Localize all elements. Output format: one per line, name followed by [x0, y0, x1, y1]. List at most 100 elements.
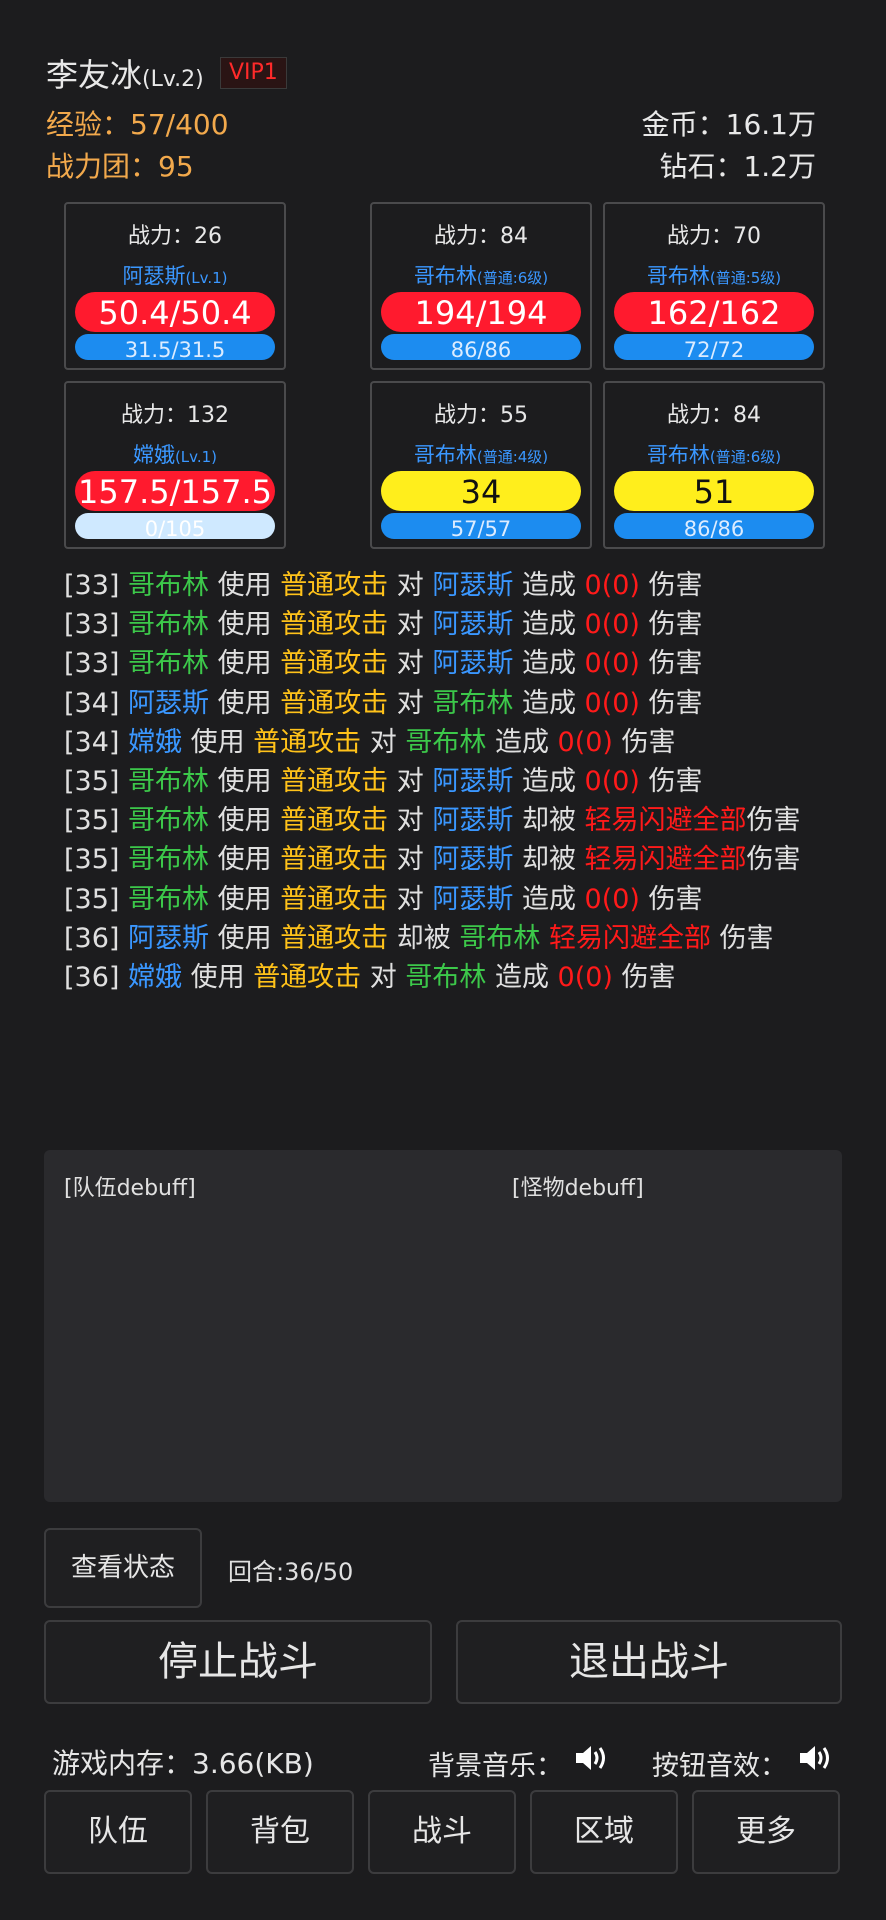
log-segment: 阿瑟斯 [432, 766, 514, 798]
log-segment: 造成 [486, 726, 558, 758]
vip-badge: VIP1 [220, 57, 287, 89]
unit-name: 阿瑟斯(Lv.1) [122, 264, 228, 288]
unit-card-player-1[interactable]: 战力：26 阿瑟斯(Lv.1) 50.4/50.4 31.5/31.5 [64, 202, 286, 370]
log-segment: 对 [388, 766, 433, 798]
hp-bar: 194/194 [381, 292, 581, 332]
nav-team-button[interactable]: 队伍 [44, 1790, 192, 1874]
unit-card-enemy-3[interactable]: 战力：55 哥布林(普通:4级) 34 57/57 [370, 381, 592, 549]
log-segment: [35] [64, 805, 129, 837]
hp-bar: 51 [614, 471, 814, 511]
log-segment: 哥布林 [405, 726, 487, 758]
log-segment: 阿瑟斯 [432, 805, 514, 837]
log-segment: 使用 [209, 883, 281, 915]
log-segment: 对 [388, 844, 433, 876]
log-segment: 伤害 [639, 766, 703, 798]
log-segment: 伤害 [612, 962, 676, 994]
log-segment: 0(0) [584, 766, 640, 798]
diamond-text: 钻石：1.2万 [659, 150, 816, 183]
log-line: [36] 嫦娥 使用 普通攻击 对 哥布林 造成 0(0) 伤害 [64, 958, 844, 997]
log-segment: 普通攻击 [280, 883, 389, 915]
unit-power: 战力：84 [667, 403, 761, 428]
log-segment: [33] [64, 609, 129, 641]
unit-card-player-2[interactable]: 战力：132 嫦娥(Lv.1) 157.5/157.5 0/105 [64, 381, 286, 549]
log-segment: 伤害 [612, 726, 676, 758]
bgm-label: 背景音乐： [428, 1751, 563, 1782]
unit-power: 战力：70 [667, 224, 761, 249]
log-segment: 伤害 [639, 570, 703, 601]
log-segment: 对 [388, 687, 433, 719]
log-segment: 嫦娥 [128, 726, 183, 758]
unit-card-enemy-1[interactable]: 战力：84 哥布林(普通:6级) 194/194 86/86 [370, 202, 592, 370]
log-segment: 0(0) [584, 883, 640, 915]
log-segment: 对 [361, 962, 406, 994]
unit-name: 哥布林(普通:6级) [646, 443, 782, 467]
sfx-label: 按钮音效： [652, 1751, 787, 1782]
gold-text: 金币：16.1万 [641, 108, 816, 141]
exit-battle-button[interactable]: 退出战斗 [456, 1620, 842, 1704]
nav-bag-button[interactable]: 背包 [206, 1790, 354, 1874]
log-segment: 普通攻击 [280, 570, 389, 601]
log-segment: 伤害 [746, 844, 801, 876]
exp-text: 经验：57/400 [46, 108, 229, 141]
stop-battle-button[interactable]: 停止战斗 [44, 1620, 432, 1704]
log-line: [35] 哥布林 使用 普通攻击 对 阿瑟斯 造成 0(0) 伤害 [64, 880, 844, 919]
log-segment: [33] [64, 648, 129, 680]
game-memory-text: 游戏内存：3.66(KB) [52, 1747, 314, 1780]
log-segment: 0(0) [557, 726, 613, 758]
log-segment: 却被 [513, 805, 585, 837]
sfx-speaker-icon[interactable] [796, 1742, 836, 1774]
log-line: [35] 哥布林 使用 普通攻击 对 阿瑟斯 却被 轻易闪避全部伤害 [64, 840, 844, 879]
unit-name: 嫦娥(Lv.1) [132, 443, 218, 467]
log-segment: 阿瑟斯 [128, 922, 210, 954]
nav-more-button[interactable]: 更多 [692, 1790, 840, 1874]
log-segment: 阿瑟斯 [432, 648, 514, 680]
log-segment: 哥布林 [128, 766, 210, 798]
log-segment: 普通攻击 [253, 962, 362, 994]
log-segment: 对 [388, 805, 433, 837]
log-segment: 使用 [209, 648, 281, 680]
hp-bar: 162/162 [614, 292, 814, 332]
unit-power: 战力：132 [121, 403, 229, 428]
log-segment: 哥布林 [128, 570, 210, 601]
log-segment: 普通攻击 [280, 609, 389, 641]
view-status-button[interactable]: 查看状态 [44, 1528, 202, 1608]
log-segment: 使用 [182, 962, 254, 994]
log-segment: 使用 [209, 766, 281, 798]
log-segment: 普通攻击 [280, 766, 389, 798]
log-segment: [33] [64, 570, 129, 601]
log-segment: 0(0) [557, 962, 613, 994]
log-segment: 普通攻击 [280, 805, 389, 837]
log-segment: 使用 [182, 726, 254, 758]
log-segment: 伤害 [639, 648, 703, 680]
log-segment: [35] [64, 766, 129, 798]
nav-area-button[interactable]: 区域 [530, 1790, 678, 1874]
log-segment: 对 [388, 570, 433, 601]
monster-debuff-label: [怪物debuff] [512, 1176, 644, 1201]
hp-bar: 34 [381, 471, 581, 511]
log-line: [36] 阿瑟斯 使用 普通攻击 却被 哥布林 轻易闪避全部 伤害 [64, 919, 844, 958]
unit-card-enemy-4[interactable]: 战力：84 哥布林(普通:6级) 51 86/86 [603, 381, 825, 549]
unit-name: 哥布林(普通:5级) [646, 264, 782, 288]
log-line: [34] 阿瑟斯 使用 普通攻击 对 哥布林 造成 0(0) 伤害 [64, 684, 844, 723]
log-line: [35] 哥布林 使用 普通攻击 对 阿瑟斯 造成 0(0) 伤害 [64, 762, 844, 801]
mp-bar: 57/57 [381, 513, 581, 539]
unit-power: 战力：84 [434, 224, 528, 249]
log-segment: 轻易闪避全部 [584, 805, 747, 837]
log-segment: [35] [64, 883, 129, 915]
mp-bar: 86/86 [381, 334, 581, 360]
log-segment: 0(0) [584, 570, 640, 601]
mp-bar: 31.5/31.5 [75, 334, 275, 360]
unit-card-enemy-2[interactable]: 战力：70 哥布林(普通:5级) 162/162 72/72 [603, 202, 825, 370]
debuff-panel: [队伍debuff] [怪物debuff] [44, 1150, 842, 1502]
log-segment: [36] [64, 962, 129, 994]
bgm-speaker-icon[interactable] [572, 1742, 612, 1774]
log-segment: 0(0) [584, 648, 640, 680]
log-line: [35] 哥布林 使用 普通攻击 对 阿瑟斯 却被 轻易闪避全部伤害 [64, 801, 844, 840]
log-segment: 阿瑟斯 [432, 844, 514, 876]
mp-bar: 72/72 [614, 334, 814, 360]
player-name: 李友冰(Lv.2) [46, 56, 204, 94]
unit-name: 哥布林(普通:4级) [413, 443, 549, 467]
nav-battle-button[interactable]: 战斗 [368, 1790, 516, 1874]
log-segment: 0(0) [584, 609, 640, 641]
log-segment: [34] [64, 726, 129, 758]
